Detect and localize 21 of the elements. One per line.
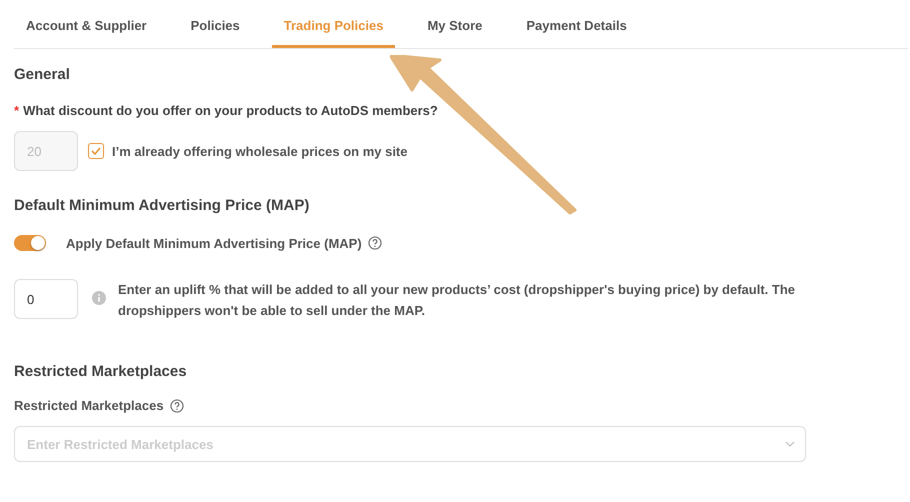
section-heading: General [14, 66, 71, 83]
tab[interactable]: My Store [415, 0, 494, 48]
toggle-label: Apply Default Minimum Advertising Price (MAP) [66, 236, 362, 250]
tab[interactable]: Payment Details [514, 0, 639, 48]
info-icon [92, 291, 106, 305]
help-icon [170, 398, 184, 412]
section-heading: Default Minimum Advertising Price (MAP) [14, 197, 310, 214]
description-text: Enter an uplift % that will be added to all your new products’ cost (dropshipper's buying price) by default. The dropshippers won't be able to sell under the MAP. [118, 281, 796, 320]
check-icon [90, 145, 102, 157]
tab[interactable]: Policies [178, 0, 252, 48]
chevron-down-icon [785, 441, 795, 447]
uplift-field[interactable]: 0 [14, 279, 78, 319]
checkbox-label: I’m already offering wholesale prices on my site [112, 144, 408, 158]
tab[interactable]: Account & Supplier [14, 0, 159, 48]
help-icon [368, 236, 382, 250]
required-mark: * [14, 103, 20, 118]
checkbox[interactable] [88, 143, 104, 159]
field-label: What discount do you offer on your products to AutoDS members? [23, 103, 438, 118]
section-heading: Restricted Marketplaces [14, 363, 188, 380]
toggle-switch[interactable] [14, 235, 46, 251]
field-label: Restricted Marketplaces [14, 398, 164, 413]
